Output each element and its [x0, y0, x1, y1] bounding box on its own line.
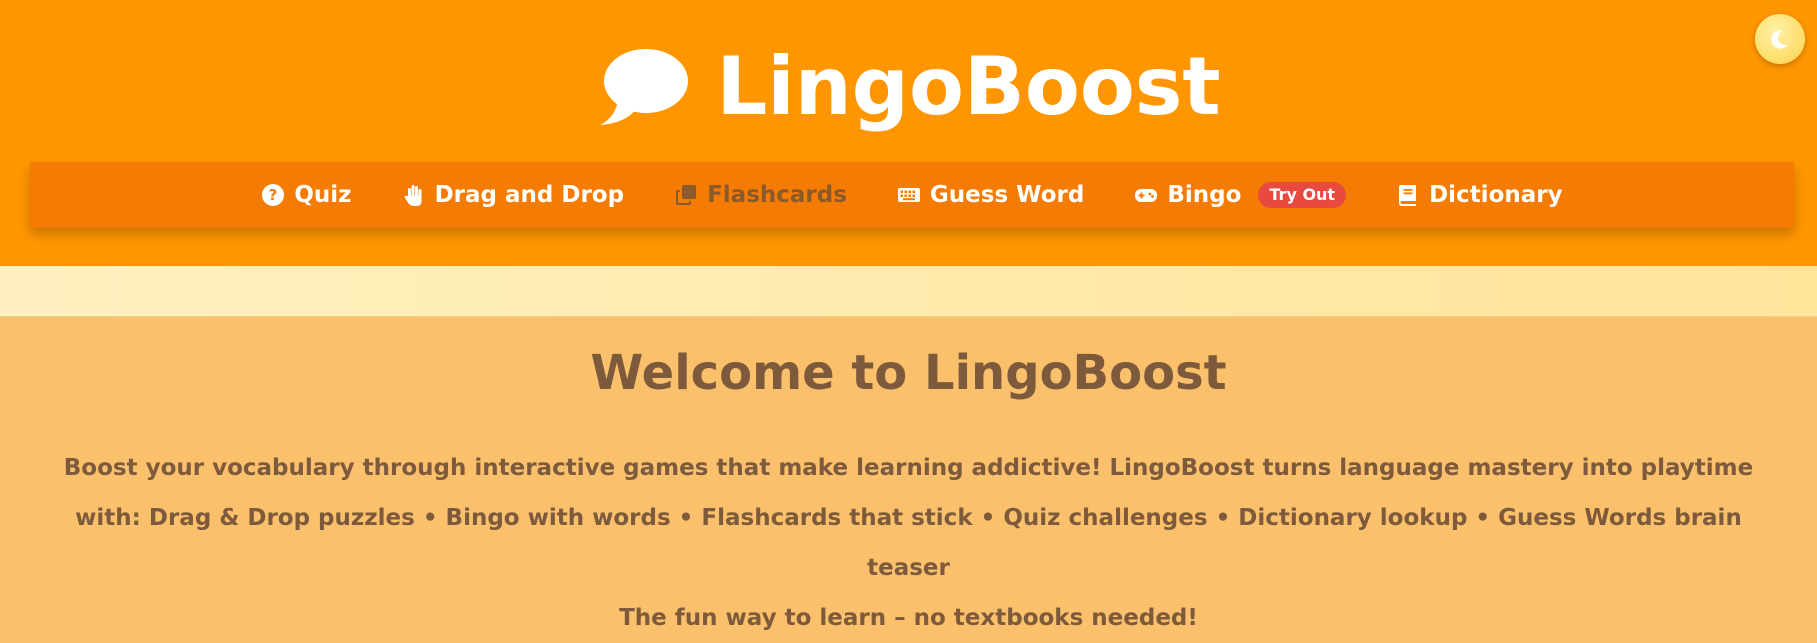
- nav-item-flashcards[interactable]: Flashcards: [674, 182, 847, 208]
- site-header: LingoBoost ? Quiz Drag and Drop Flashcar…: [0, 0, 1817, 266]
- intro-paragraph: Boost your vocabulary through interactiv…: [63, 454, 1754, 581]
- clone-icon: [676, 185, 697, 205]
- keyboard-icon: [897, 188, 920, 202]
- nav-label-drag-and-drop: Drag and Drop: [434, 182, 625, 208]
- banner-strip: [0, 266, 1817, 317]
- theme-toggle-button[interactable]: [1755, 14, 1805, 64]
- nav-item-quiz[interactable]: ? Quiz: [261, 182, 352, 208]
- nav-label-flashcards: Flashcards: [707, 182, 847, 208]
- gamepad-icon: [1135, 189, 1158, 202]
- question-circle-icon: ?: [262, 184, 285, 206]
- speech-bubble-icon: [600, 49, 689, 125]
- site-title: LingoBoost: [716, 40, 1221, 133]
- nav-label-guess-word: Guess Word: [929, 182, 1085, 208]
- nav-item-drag-and-drop[interactable]: Drag and Drop: [402, 182, 625, 208]
- nav-item-guess-word[interactable]: Guess Word: [897, 182, 1084, 208]
- tagline: The fun way to learn – no textbooks need…: [619, 604, 1198, 631]
- page-heading: Welcome to LingoBoost: [590, 345, 1227, 401]
- brand[interactable]: LingoBoost: [0, 32, 1817, 142]
- main-nav: ? Quiz Drag and Drop Flashcards Guess Wo…: [30, 162, 1794, 228]
- hand-icon: [404, 185, 422, 206]
- moon-icon: [1771, 30, 1788, 49]
- nav-label-quiz: Quiz: [294, 182, 352, 208]
- nav-label-dictionary: Dictionary: [1429, 182, 1563, 208]
- svg-text:?: ?: [269, 186, 278, 204]
- book-icon: [1399, 185, 1417, 206]
- nav-item-dictionary[interactable]: Dictionary: [1396, 182, 1563, 208]
- nav-item-bingo[interactable]: Bingo Try Out: [1134, 182, 1347, 208]
- try-out-badge: Try Out: [1258, 182, 1347, 208]
- nav-label-bingo: Bingo: [1167, 182, 1242, 208]
- main-content: Welcome to LingoBoost Boost your vocabul…: [0, 317, 1817, 631]
